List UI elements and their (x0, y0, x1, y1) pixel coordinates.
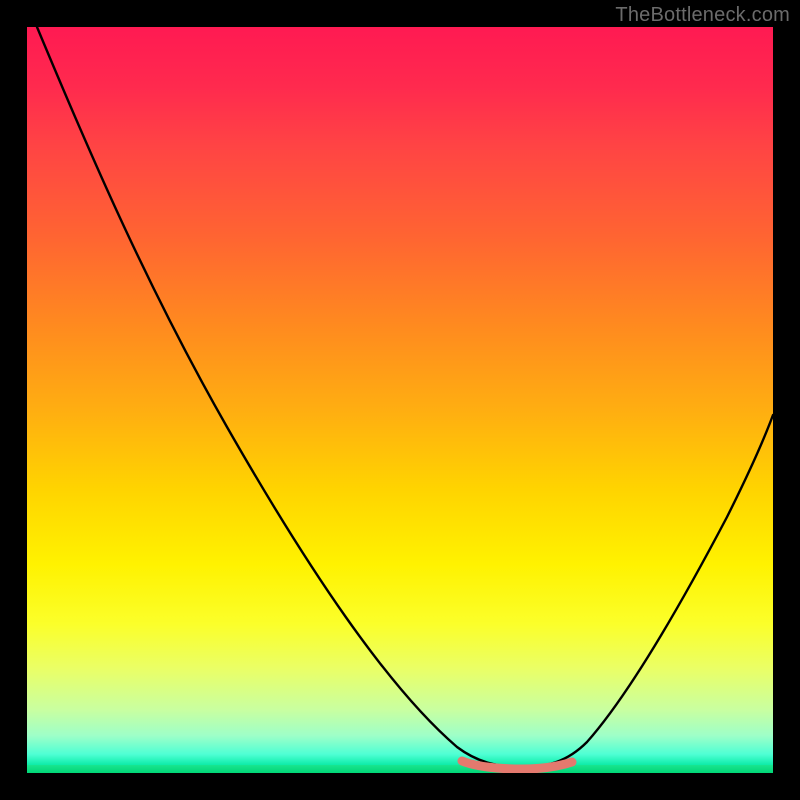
curve-layer (27, 27, 773, 773)
watermark-text: TheBottleneck.com (615, 4, 790, 27)
plot-area (27, 27, 773, 773)
optimal-flat-segment (462, 761, 572, 769)
bottleneck-curve (37, 27, 773, 767)
chart-frame: TheBottleneck.com (0, 0, 800, 800)
